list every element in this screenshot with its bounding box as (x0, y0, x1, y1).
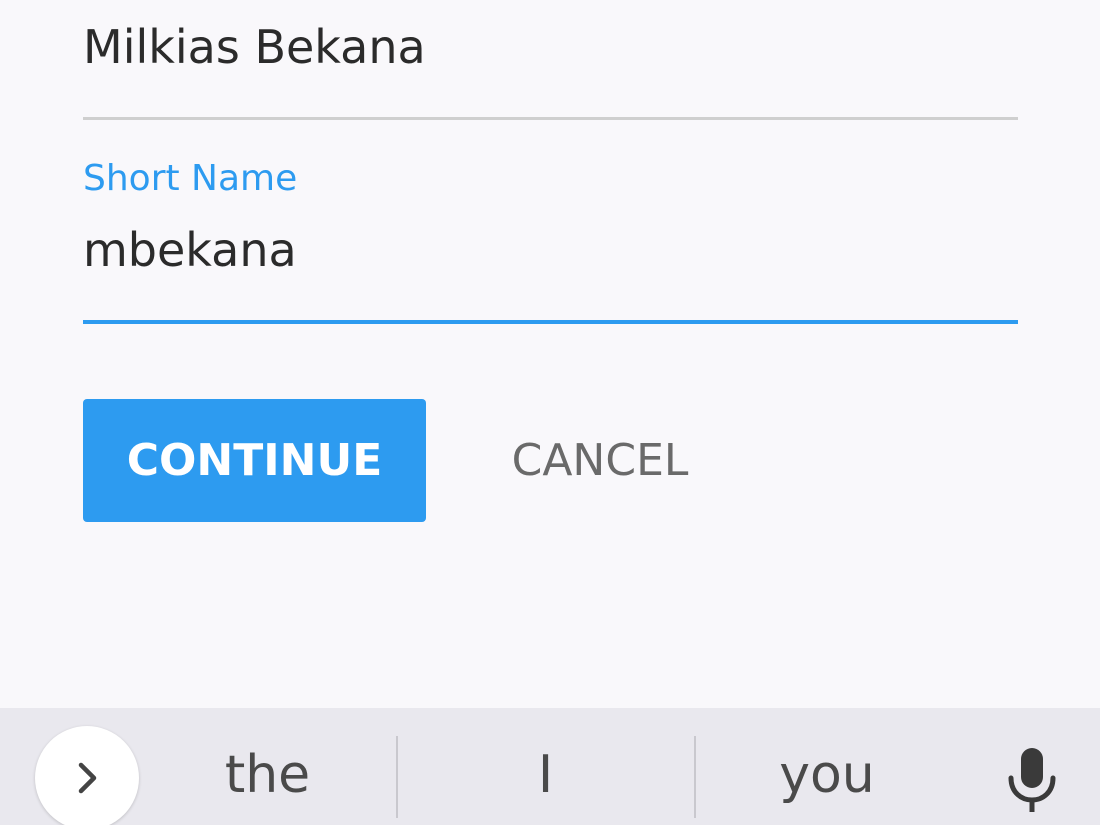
chevron-right-icon (78, 762, 97, 794)
expand-suggestions-button[interactable] (35, 726, 139, 825)
suggestion-item[interactable]: you (697, 708, 957, 825)
short-name-field[interactable]: Short Name mbekana (83, 155, 1018, 327)
keyboard-suggestion-bar: the I you (0, 708, 1100, 825)
cancel-button[interactable]: CANCEL (470, 399, 730, 522)
profile-form-screen: Milkias Bekana Short Name mbekana CONTIN… (0, 0, 1100, 825)
short-name-label: Short Name (83, 158, 298, 199)
short-name-underline-focused (83, 320, 1018, 324)
suggestion-item[interactable]: the (140, 708, 395, 825)
suggestion-item[interactable]: I (398, 708, 693, 825)
full-name-underline (83, 117, 1018, 120)
continue-button[interactable]: CONTINUE (83, 399, 426, 522)
short-name-value[interactable]: mbekana (83, 227, 297, 273)
full-name-value[interactable]: Milkias Bekana (83, 24, 426, 70)
suggestion-divider (694, 736, 696, 818)
microphone-icon (1008, 748, 1056, 812)
voice-input-button[interactable] (990, 738, 1074, 822)
full-name-field[interactable]: Milkias Bekana (83, 0, 1018, 124)
